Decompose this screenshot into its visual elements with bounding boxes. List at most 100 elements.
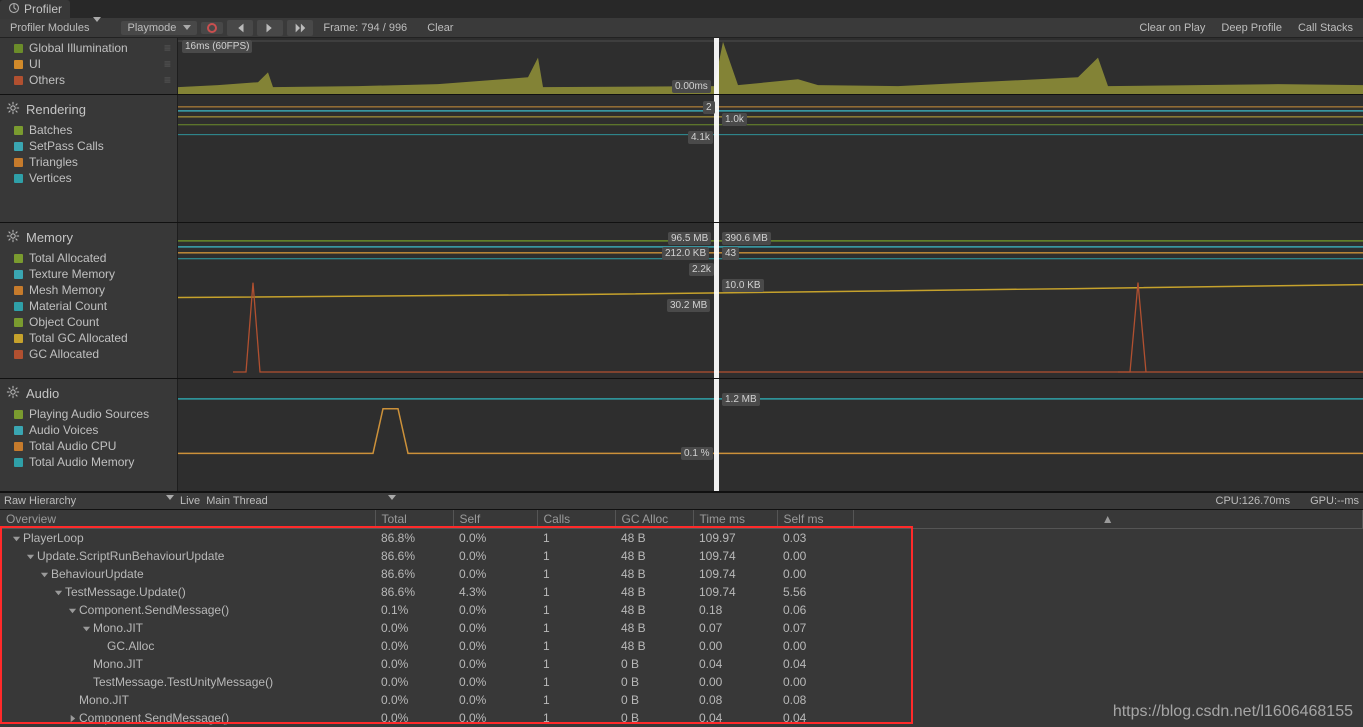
record-icon <box>207 23 217 33</box>
table-row[interactable]: TestMessage.Update()86.6%4.3%148 B109.74… <box>0 583 1363 601</box>
swatch-icon <box>14 60 23 69</box>
col-selfms[interactable]: Self ms <box>777 510 853 529</box>
section-header-memory[interactable]: Memory <box>0 225 177 250</box>
legend-vertices[interactable]: Vertices <box>0 170 177 186</box>
row-name: BehaviourUpdate <box>51 567 144 581</box>
legend-audio-voices[interactable]: Audio Voices <box>0 422 177 438</box>
col-overview[interactable]: Overview <box>0 510 375 529</box>
legend-audio-sources[interactable]: Playing Audio Sources <box>0 406 177 422</box>
legend-label: Audio Voices <box>29 423 98 437</box>
legend-material-count[interactable]: Material Count <box>0 298 177 314</box>
table-row[interactable]: Mono.JIT0.0%0.0%148 B0.070.07 <box>0 619 1363 637</box>
cell: 86.6% <box>375 547 453 565</box>
swatch-icon <box>14 410 23 419</box>
table-row[interactable]: BehaviourUpdate86.6%0.0%148 B109.740.00 <box>0 565 1363 583</box>
row-name: GC.Alloc <box>107 639 154 653</box>
section-header-rendering[interactable]: Rendering <box>0 97 177 122</box>
timeline-cpu[interactable]: 16ms (60FPS) 0.00ms <box>178 38 1363 94</box>
swatch-icon <box>14 426 23 435</box>
cell <box>853 601 1363 619</box>
swatch-icon <box>14 158 23 167</box>
swatch-icon <box>14 334 23 343</box>
hierarchy-mode-dropdown[interactable]: Raw Hierarchy <box>4 495 174 507</box>
badge-f: 10.0 KB <box>722 279 764 292</box>
table-row[interactable]: GC.Alloc0.0%0.0%148 B0.000.00 <box>0 637 1363 655</box>
clear-on-play-button[interactable]: Clear on Play <box>1133 21 1211 35</box>
row-name: PlayerLoop <box>23 531 84 545</box>
col-gc[interactable]: GC Alloc <box>615 510 693 529</box>
col-total[interactable]: Total <box>375 510 453 529</box>
legend-others[interactable]: Others ≡ <box>0 72 177 88</box>
legend-label: Triangles <box>29 155 78 169</box>
drag-handle-icon[interactable]: ≡ <box>164 57 171 71</box>
legend-total-gc[interactable]: Total GC Allocated <box>0 330 177 346</box>
deep-profile-button[interactable]: Deep Profile <box>1215 21 1288 35</box>
table-row[interactable]: PlayerLoop86.8%0.0%148 B109.970.03 <box>0 529 1363 548</box>
section-title: Rendering <box>26 102 86 117</box>
call-stacks-button[interactable]: Call Stacks <box>1292 21 1359 35</box>
legend-triangles[interactable]: Triangles <box>0 154 177 170</box>
col-sort[interactable]: ▲ <box>853 510 1363 529</box>
thread-dropdown[interactable]: Main Thread <box>206 495 396 507</box>
legend-total-alloc[interactable]: Total Allocated <box>0 250 177 266</box>
cell: 0.0% <box>453 565 537 583</box>
drag-handle-icon[interactable]: ≡ <box>164 41 171 55</box>
cell: 0.0% <box>453 619 537 637</box>
col-calls[interactable]: Calls <box>537 510 615 529</box>
legend-label: UI <box>29 57 41 71</box>
cell: 0.0% <box>375 673 453 691</box>
legend-setpass[interactable]: SetPass Calls <box>0 138 177 154</box>
mode-dropdown[interactable]: Playmode <box>121 21 197 35</box>
cell: 0.0% <box>375 637 453 655</box>
first-frame-button[interactable] <box>227 20 253 36</box>
legend-batches[interactable]: Batches <box>0 122 177 138</box>
legend-object-count[interactable]: Object Count <box>0 314 177 330</box>
cell: 1 <box>537 601 615 619</box>
swatch-icon <box>14 174 23 183</box>
cell: 0.07 <box>777 619 853 637</box>
col-self[interactable]: Self <box>453 510 537 529</box>
profiler-modules-label: Profiler Modules <box>10 22 89 34</box>
cell: 0.00 <box>777 547 853 565</box>
col-time[interactable]: Time ms <box>693 510 777 529</box>
live-label: Live <box>180 495 200 507</box>
legend-texture-mem[interactable]: Texture Memory <box>0 266 177 282</box>
cell: 48 B <box>615 619 693 637</box>
timeline-rendering[interactable]: 2 1.0k 4.1k <box>178 95 1363 222</box>
row-name: Component.SendMessage() <box>79 603 229 617</box>
cell: 1 <box>537 619 615 637</box>
legend-label: Total GC Allocated <box>29 331 128 345</box>
record-button[interactable] <box>201 22 223 34</box>
drag-handle-icon[interactable]: ≡ <box>164 73 171 87</box>
table-row[interactable]: Mono.JIT0.0%0.0%10 B0.040.04 <box>0 655 1363 673</box>
timeline-audio[interactable]: 1.2 MB 0.1 % <box>178 379 1363 491</box>
table-row[interactable]: Update.ScriptRunBehaviourUpdate86.6%0.0%… <box>0 547 1363 565</box>
legend-ui[interactable]: UI ≡ <box>0 56 177 72</box>
legend-label: Playing Audio Sources <box>29 407 149 421</box>
legend-global-illumination[interactable]: Global Illumination ≡ <box>0 40 177 56</box>
legend-mesh-mem[interactable]: Mesh Memory <box>0 282 177 298</box>
legend-audio-cpu[interactable]: Total Audio CPU <box>0 438 177 454</box>
gpu-time: GPU:--ms <box>1310 495 1359 507</box>
legend-label: Total Allocated <box>29 251 106 265</box>
cell: 0.04 <box>777 709 853 727</box>
tab-profiler[interactable]: Profiler <box>0 0 70 19</box>
cell: 0.03 <box>777 529 853 548</box>
clear-button[interactable]: Clear <box>421 21 459 35</box>
cell: 1 <box>537 655 615 673</box>
next-frame-button[interactable] <box>257 20 283 36</box>
tab-label: Profiler <box>24 2 62 16</box>
table-row[interactable]: TestMessage.TestUnityMessage()0.0%0.0%10… <box>0 673 1363 691</box>
profiler-modules-dropdown[interactable]: Profiler Modules <box>4 21 107 35</box>
row-name: Update.ScriptRunBehaviourUpdate <box>37 549 224 563</box>
timeline-memory[interactable]: 96.5 MB 390.6 MB 212.0 KB 43 2.2k 10.0 K… <box>178 223 1363 378</box>
call-stacks-label: Call Stacks <box>1298 22 1353 34</box>
section-header-audio[interactable]: Audio <box>0 381 177 406</box>
mode-label: Playmode <box>127 22 176 34</box>
last-frame-button[interactable] <box>287 20 313 36</box>
legend-audio-mem[interactable]: Total Audio Memory <box>0 454 177 470</box>
cell: 1 <box>537 691 615 709</box>
cell <box>853 583 1363 601</box>
table-row[interactable]: Component.SendMessage()0.1%0.0%148 B0.18… <box>0 601 1363 619</box>
legend-gc-alloc[interactable]: GC Allocated <box>0 346 177 362</box>
